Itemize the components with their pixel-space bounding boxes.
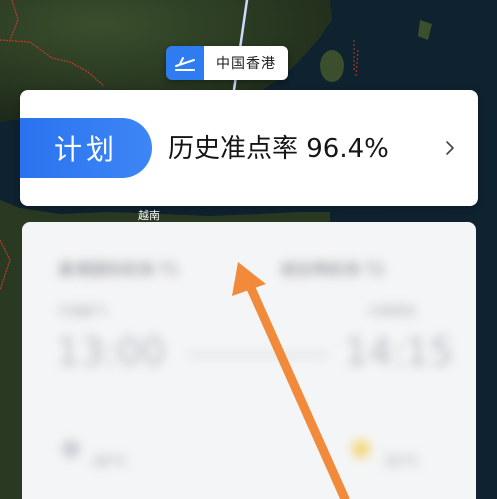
plane-takeoff-icon bbox=[166, 46, 204, 80]
departure-airport-label: 香港国际机场 T1 bbox=[58, 260, 180, 279]
arrival-time-label: 计划到达 bbox=[368, 304, 417, 318]
cloud-icon bbox=[62, 440, 80, 458]
sun-icon bbox=[352, 440, 370, 458]
chevron-right-icon bbox=[446, 141, 454, 155]
flight-detail-card[interactable]: 香港国际机场 T1 胡志明机场 T2 计划起飞 计划到达 13:00 14:15… bbox=[22, 222, 476, 499]
plan-badge: 计划 bbox=[20, 118, 152, 178]
ontime-rate-text: 历史准点率 96.4% bbox=[168, 134, 389, 164]
flight-tracking-screen: 越南 中国香港 计划 历史准点率 96.4% 香港国际机场 T1 胡志明机场 T… bbox=[0, 0, 497, 499]
route-divider bbox=[188, 354, 328, 356]
departure-airport-tag[interactable]: 中国香港 bbox=[166, 46, 288, 80]
departure-weather: 26°C bbox=[92, 454, 127, 470]
arrival-weather: 33°C bbox=[384, 454, 419, 470]
flight-detail-blurred-content: 香港国际机场 T1 胡志明机场 T2 计划起飞 计划到达 13:00 14:15… bbox=[22, 222, 476, 499]
arrival-airport-label: 胡志明机场 T2 bbox=[280, 260, 386, 279]
departure-time: 13:00 bbox=[56, 330, 166, 374]
departure-airport-name: 中国香港 bbox=[204, 46, 288, 80]
departure-time-label: 计划起飞 bbox=[58, 304, 107, 318]
arrival-time: 14:15 bbox=[344, 330, 454, 374]
ontime-rate-card[interactable]: 计划 历史准点率 96.4% bbox=[20, 90, 478, 206]
